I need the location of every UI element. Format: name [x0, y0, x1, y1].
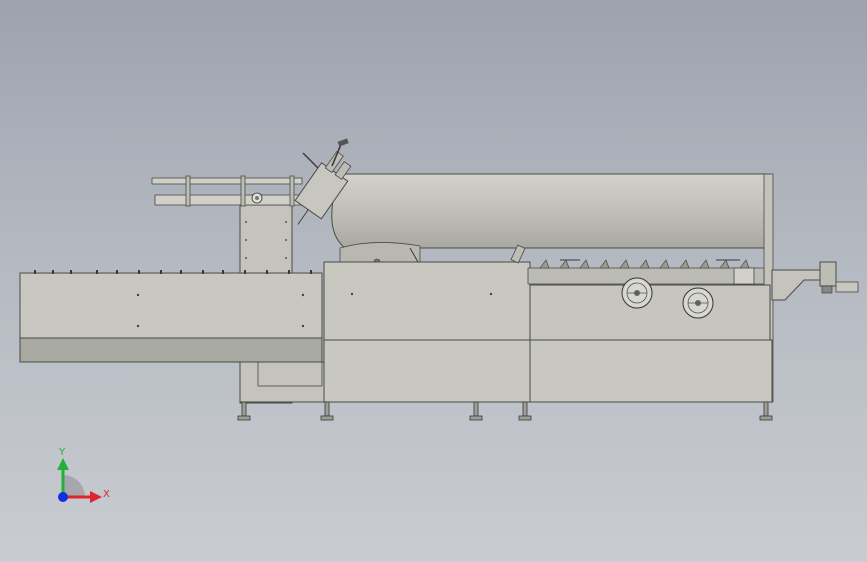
right-cabinet [529, 339, 773, 403]
main-block-upper [323, 261, 531, 341]
feeder-lever [302, 152, 319, 169]
drum-arc [339, 242, 421, 263]
conveyor-cleats [539, 259, 750, 269]
x-axis-label: X [103, 489, 110, 500]
machine-drawing: Y X [19, 138, 859, 503]
y-axis-label: Y [58, 447, 66, 458]
outfeed-conveyor [771, 269, 823, 301]
infeed-box-base [19, 337, 323, 363]
infeed-box [19, 272, 323, 339]
lower-panel-left [239, 361, 325, 403]
machine-feet [237, 401, 773, 421]
cad-viewport[interactable]: Y X [0, 0, 867, 562]
handwheel-left[interactable] [621, 277, 653, 309]
top-rail-2 [154, 194, 306, 206]
drum-cover [331, 173, 771, 249]
top-rail-1 [151, 177, 303, 185]
axis-triad [57, 458, 102, 503]
z-axis-dot [58, 492, 68, 502]
main-block-lower [323, 339, 531, 403]
handwheel-right[interactable] [682, 287, 714, 319]
